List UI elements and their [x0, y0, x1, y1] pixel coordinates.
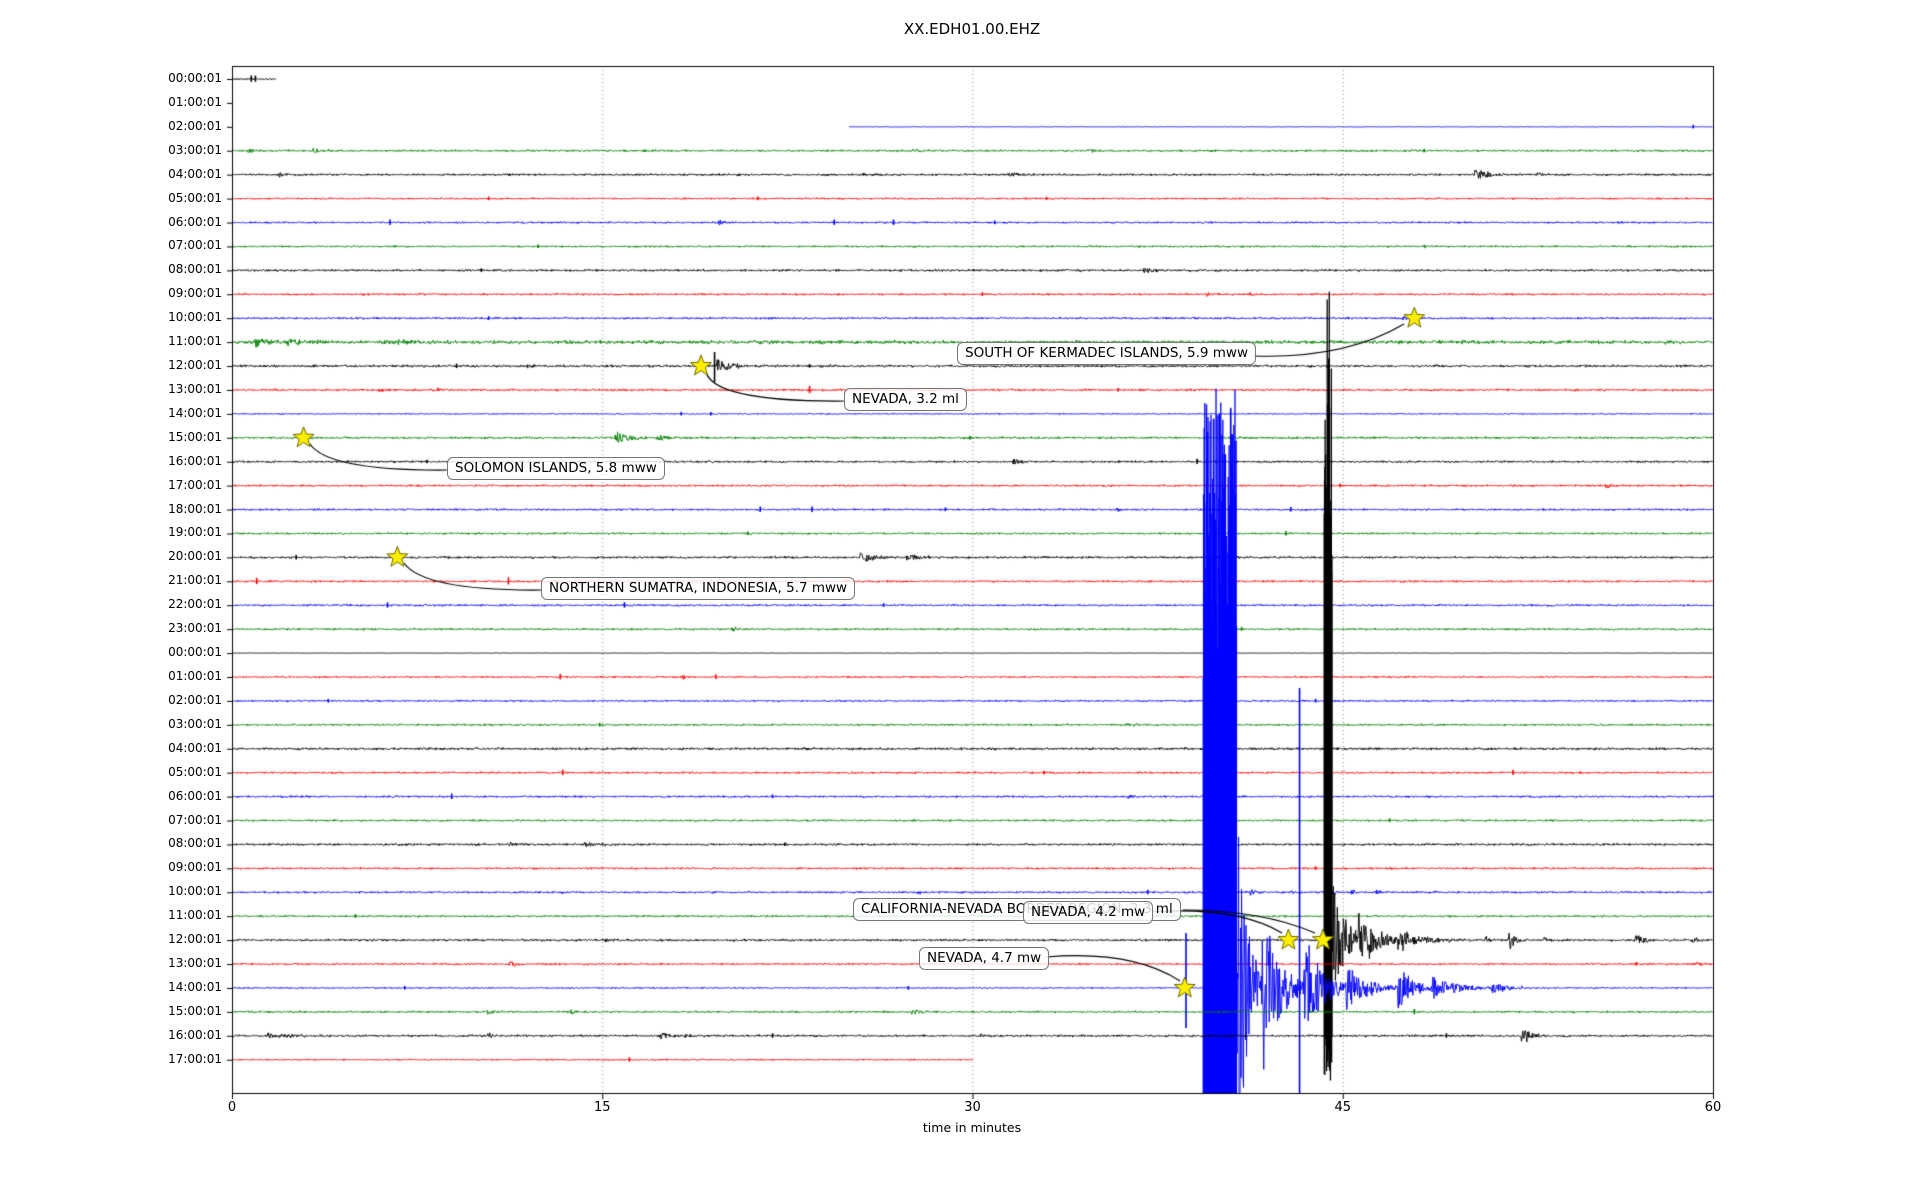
row-label: 13:00:01: [168, 381, 222, 396]
x-tick-label: 15: [593, 1100, 611, 1115]
row-label: 12:00:01: [168, 358, 222, 373]
x-tick-label: 60: [1704, 1100, 1722, 1115]
row-label: 14:00:01: [168, 405, 222, 420]
row-label: 07:00:01: [168, 812, 222, 827]
annotation-northern-sumatra-indonesia: NORTHERN SUMATRA, INDONESIA, 5.7 mww: [541, 577, 856, 600]
row-label: 20:00:01: [168, 549, 222, 564]
annotation-nevada-3-2-ml: NEVADA, 3.2 ml: [844, 388, 967, 411]
row-label: 11:00:01: [168, 334, 222, 349]
row-label: 16:00:01: [168, 453, 222, 468]
annotation-south-of-kermadec-islands: SOUTH OF KERMADEC ISLANDS, 5.9 mww: [957, 342, 1256, 365]
row-label: 10:00:01: [168, 884, 222, 899]
row-label: 10:00:01: [168, 310, 222, 325]
row-label: 07:00:01: [168, 238, 222, 253]
row-label: 04:00:01: [168, 740, 222, 755]
row-label: 05:00:01: [168, 764, 222, 779]
row-label: 17:00:01: [168, 1051, 222, 1066]
row-label: 00:00:01: [168, 645, 222, 660]
row-label: 14:00:01: [168, 979, 222, 994]
row-label: 12:00:01: [168, 932, 222, 947]
row-label: 16:00:01: [168, 1027, 222, 1042]
row-label: 11:00:01: [168, 908, 222, 923]
row-label: 22:00:01: [168, 597, 222, 612]
annotation-solomon-islands: SOLOMON ISLANDS, 5.8 mww: [447, 457, 665, 480]
row-label: 15:00:01: [168, 429, 222, 444]
row-label: 09:00:01: [168, 286, 222, 301]
row-label: 06:00:01: [168, 214, 222, 229]
row-label: 03:00:01: [168, 142, 222, 157]
row-label: 18:00:01: [168, 501, 222, 516]
row-label: 08:00:01: [168, 836, 222, 851]
x-tick-label: 45: [1334, 1100, 1352, 1115]
row-label: 21:00:01: [168, 573, 222, 588]
row-label: 06:00:01: [168, 788, 222, 803]
seismogram-figure: XX.EDH01.00.EHZ 00:00:01 01:00:01 02:00:01…: [0, 0, 1920, 1200]
row-label: 19:00:01: [168, 525, 222, 540]
x-tick-label: 30: [964, 1100, 981, 1115]
row-label: 17:00:01: [168, 477, 222, 492]
row-label: 08:00:01: [168, 262, 222, 277]
annotation-nevada-4-7-mw: NEVADA, 4.7 mw: [919, 947, 1050, 970]
figure-title: XX.EDH01.00.EHZ: [903, 20, 1041, 38]
row-label: 23:00:01: [168, 621, 222, 636]
row-label: 03:00:01: [168, 716, 222, 731]
x-tick-label: 0: [227, 1100, 237, 1115]
row-label: 15:00:01: [168, 1003, 222, 1018]
row-label: 05:00:01: [168, 190, 222, 205]
annotation-nevada-4-2-mw: NEVADA, 4.2 mw: [1023, 901, 1154, 924]
row-label: 13:00:01: [168, 956, 222, 971]
x-axis-label: time in minutes: [922, 1120, 1022, 1135]
row-label: 01:00:01: [168, 669, 222, 683]
row-label: 02:00:01: [168, 692, 222, 707]
row-label: 04:00:01: [168, 166, 222, 181]
row-label: 01:00:01: [168, 94, 222, 109]
seismogram-plot-canvas: [0, 0, 1920, 1200]
row-label: 02:00:01: [168, 118, 222, 133]
row-label: 09:00:01: [168, 860, 222, 875]
row-label: 00:00:01: [168, 71, 222, 85]
